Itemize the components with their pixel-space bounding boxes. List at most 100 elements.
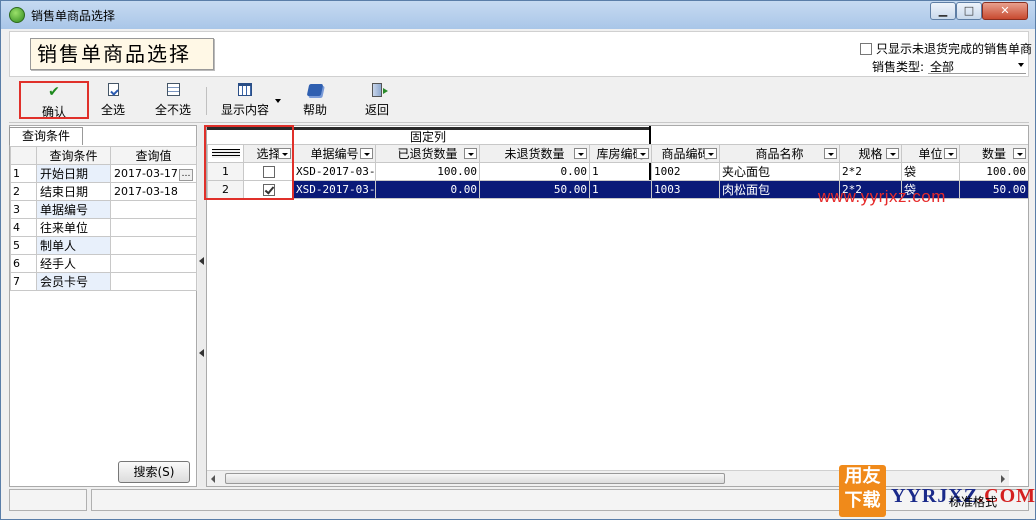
- check-icon: ✔: [48, 84, 60, 100]
- confirm-label: 确认: [41, 105, 66, 119]
- goods-table-header: 选择 单据编号 已退货数量 未退货数量 库房编码 商品编码 商品名称 规格 单位…: [207, 144, 1028, 163]
- query-value-cell[interactable]: 2017-03-18: [110, 182, 197, 201]
- query-col-condition: 查询条件: [36, 146, 111, 165]
- page-title: 销售单商品选择: [30, 38, 214, 70]
- filter-dropdown-icon[interactable]: [704, 148, 717, 159]
- returned-qty-cell: 0.00: [375, 180, 480, 199]
- unreturned-qty-cell: 50.00: [479, 180, 590, 199]
- returned-qty-cell: 100.00: [375, 162, 480, 181]
- goods-no-cell: 1002: [651, 162, 720, 181]
- help-label: 帮助: [302, 103, 327, 117]
- status-pane-main: [91, 489, 1029, 511]
- scroll-left-icon[interactable]: [211, 475, 215, 483]
- col-unreturned-qty[interactable]: 未退货数量: [479, 144, 590, 163]
- watermark-site: www.yyrjxz.com: [818, 187, 946, 206]
- confirm-button[interactable]: ✔ 确认: [19, 81, 89, 119]
- query-value-cell[interactable]: [110, 272, 197, 291]
- col-spec[interactable]: 规格: [839, 144, 902, 163]
- query-condition-name: 制单人: [36, 236, 111, 255]
- show-content-button[interactable]: 显示内容: [209, 81, 281, 119]
- query-row[interactable]: 4 往来单位: [10, 218, 197, 237]
- query-value-cell[interactable]: 2017-03-17…: [110, 164, 197, 183]
- show-content-dropdown-icon[interactable]: [275, 99, 281, 103]
- filter-dropdown-icon[interactable]: [360, 148, 373, 159]
- calendar-grid-icon: [238, 83, 252, 96]
- tab-query-conditions[interactable]: 查询条件: [9, 127, 83, 145]
- select-column-highlight: [204, 125, 294, 200]
- filter-dropdown-icon[interactable]: [824, 148, 837, 159]
- col-qty[interactable]: 数量: [959, 144, 1028, 163]
- window-title: 销售单商品选择: [31, 9, 116, 23]
- back-label: 返回: [364, 103, 389, 117]
- query-condition-name: 往来单位: [36, 218, 111, 237]
- query-col-value: 查询值: [110, 146, 197, 165]
- spec-cell: 2*2: [839, 162, 902, 181]
- select-none-button[interactable]: 全不选: [149, 81, 197, 119]
- only-unreturned-option[interactable]: 只显示未退货完成的销售单商: [860, 40, 1032, 57]
- filter-dropdown-icon[interactable]: [944, 148, 957, 159]
- only-unreturned-label: 只显示未退货完成的销售单商: [876, 42, 1033, 56]
- search-button[interactable]: 搜索(S): [118, 461, 190, 483]
- table-row[interactable]: 1 XSD-2017-03-1 100.00 0.00 1 1002 夹心面包 …: [207, 162, 1028, 181]
- back-button[interactable]: 返回: [357, 81, 397, 119]
- query-row[interactable]: 1 开始日期 2017-03-17…: [10, 164, 197, 183]
- col-warehouse-no[interactable]: 库房编码: [589, 144, 652, 163]
- standard-format-label: 标准格式: [949, 495, 998, 509]
- sale-type-value: 全部: [930, 60, 955, 74]
- col-doc-no[interactable]: 单据编号: [293, 144, 376, 163]
- query-row[interactable]: 2 结束日期 2017-03-18: [10, 182, 197, 201]
- ellipsis-button[interactable]: …: [179, 168, 193, 181]
- select-none-label: 全不选: [154, 103, 191, 117]
- book-icon: [306, 84, 324, 96]
- sale-type-select[interactable]: 全部: [928, 58, 1027, 74]
- chevron-down-icon: [1018, 63, 1025, 67]
- query-row[interactable]: 3 单据编号: [10, 200, 197, 219]
- header-panel: 销售单商品选择 只显示未退货完成的销售单商 销售类型: 全部: [9, 31, 1032, 77]
- qty-cell: 50.00: [959, 180, 1028, 199]
- horizontal-scrollbar[interactable]: [207, 470, 1009, 486]
- filter-dropdown-icon[interactable]: [464, 148, 477, 159]
- query-condition-name: 结束日期: [36, 182, 111, 201]
- filter-dropdown-icon[interactable]: [636, 148, 649, 159]
- goods-name-cell: 夹心面包: [719, 162, 840, 181]
- query-condition-name: 单据编号: [36, 200, 111, 219]
- doc-no-cell: XSD-2017-03-1: [293, 162, 376, 181]
- scroll-right-icon[interactable]: [1001, 475, 1005, 483]
- select-all-button[interactable]: 全选: [93, 81, 133, 119]
- query-row[interactable]: 5 制单人: [10, 236, 197, 255]
- collapse-left-icon[interactable]: [199, 257, 204, 265]
- col-returned-qty[interactable]: 已退货数量: [375, 144, 480, 163]
- filter-dropdown-icon[interactable]: [574, 148, 587, 159]
- unit-cell: 袋: [901, 162, 960, 181]
- col-unit[interactable]: 单位: [901, 144, 960, 163]
- close-button[interactable]: ✕: [982, 2, 1028, 20]
- scrollbar-thumb[interactable]: [225, 473, 725, 484]
- goods-no-cell: 1003: [651, 180, 720, 199]
- filter-dropdown-icon[interactable]: [1013, 148, 1026, 159]
- status-pane-left: [9, 489, 87, 511]
- query-row[interactable]: 6 经手人: [10, 254, 197, 273]
- toolbar: ✔ 确认 全选 全不选 显示内容 帮助 返回: [9, 79, 1029, 123]
- qty-cell: 100.00: [959, 162, 1028, 181]
- warehouse-no-cell: 1: [589, 180, 652, 199]
- filter-dropdown-icon[interactable]: [886, 148, 899, 159]
- collapse-left-icon[interactable]: [199, 349, 204, 357]
- col-goods-no[interactable]: 商品编码: [651, 144, 720, 163]
- only-unreturned-checkbox[interactable]: [860, 43, 872, 55]
- doc-no-cell: XSD-2017-03-1: [293, 180, 376, 199]
- query-value-cell[interactable]: [110, 218, 197, 237]
- query-row[interactable]: 7 会员卡号: [10, 272, 197, 291]
- main-window: 销售单商品选择 ▁ □ ✕ 销售单商品选择 只显示未退货完成的销售单商 销售类型…: [0, 0, 1036, 520]
- query-grid-header: 查询条件 查询值: [10, 146, 197, 165]
- exit-door-icon: [372, 83, 388, 97]
- query-value-cell[interactable]: [110, 254, 197, 273]
- query-value-cell[interactable]: [110, 236, 197, 255]
- query-grid: 查询条件 查询值 1 开始日期 2017-03-17… 2 结束日期 2017-…: [10, 146, 197, 291]
- maximize-button[interactable]: □: [956, 2, 982, 20]
- col-goods-name[interactable]: 商品名称: [719, 144, 840, 163]
- unreturned-qty-cell: 0.00: [479, 162, 590, 181]
- minimize-button[interactable]: ▁: [930, 2, 956, 20]
- query-value-cell[interactable]: [110, 200, 197, 219]
- app-icon: [9, 7, 25, 23]
- help-button[interactable]: 帮助: [295, 81, 335, 119]
